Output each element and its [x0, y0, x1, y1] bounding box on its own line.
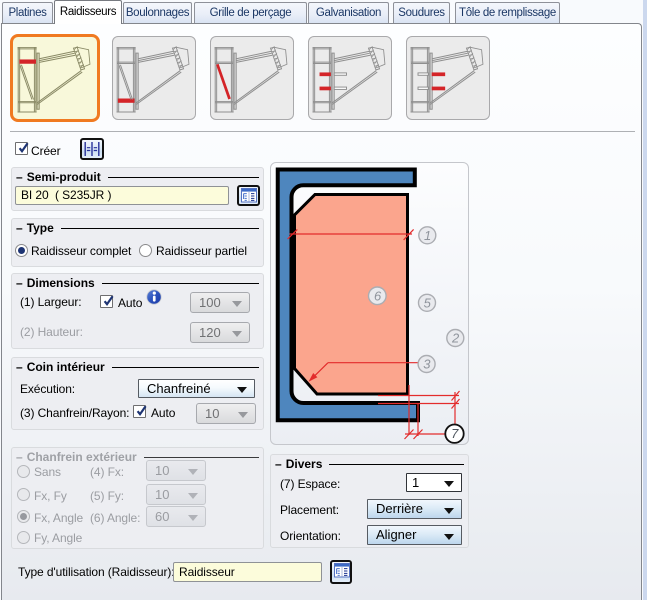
svg-text:2: 2 [451, 331, 460, 346]
svg-text:5: 5 [424, 295, 432, 310]
svg-text:7: 7 [451, 426, 459, 441]
svg-text:6: 6 [374, 289, 382, 304]
svg-text:1: 1 [424, 228, 431, 243]
svg-text:3: 3 [423, 357, 431, 372]
